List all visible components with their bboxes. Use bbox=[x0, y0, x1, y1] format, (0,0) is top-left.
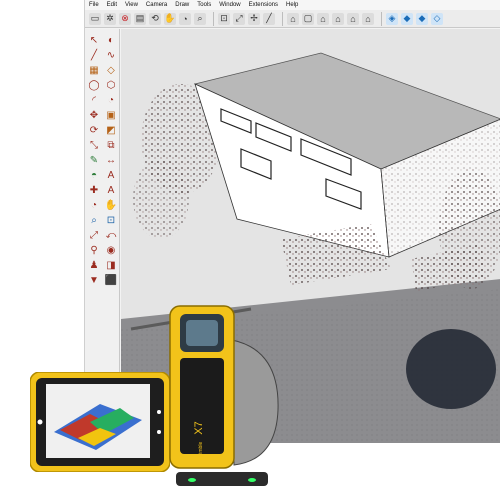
menu-edit[interactable]: Edit bbox=[103, 2, 121, 8]
menu-file[interactable]: File bbox=[85, 2, 103, 8]
circle-icon[interactable]: ◯ bbox=[87, 78, 101, 92]
3d-text-icon[interactable]: A bbox=[104, 183, 118, 197]
menu-window[interactable]: Window bbox=[215, 2, 244, 8]
top-view-icon[interactable]: ▢ bbox=[302, 12, 314, 25]
menu-view[interactable]: View bbox=[121, 2, 142, 8]
line-icon[interactable]: ╱ bbox=[87, 48, 101, 62]
monochrome-icon[interactable]: ◇ bbox=[431, 12, 443, 25]
text-icon[interactable]: A bbox=[104, 168, 118, 182]
toolbar-separator bbox=[381, 11, 382, 26]
pan-icon[interactable]: ✋ bbox=[104, 198, 118, 212]
polygon-icon[interactable]: ⬡ bbox=[104, 78, 118, 92]
main-toolbar: ▭ ✲ ⊗ ▤ ⟲ ✋ ◔ ⌕ ⊡ ⤢ ✢ ╱ ⌂ ▢ ⌂ ⌂ ⌂ ⌂ ◈ ◆ … bbox=[85, 10, 500, 28]
tree-shadow bbox=[406, 329, 496, 409]
walk-icon[interactable]: ♟ bbox=[87, 258, 101, 272]
zoom-extents-icon[interactable]: ⤢ bbox=[87, 228, 101, 242]
toolbar-separator bbox=[213, 11, 214, 26]
freehand-icon[interactable]: ∿ bbox=[104, 48, 118, 62]
position-camera-icon[interactable]: ⚲ bbox=[87, 243, 101, 257]
menu-extensions[interactable]: Extensions bbox=[245, 2, 282, 8]
rectangle-icon[interactable]: ▦ bbox=[87, 63, 101, 77]
zoom-icon[interactable]: ⌕ bbox=[194, 12, 206, 25]
folder-icon[interactable]: ▭ bbox=[89, 12, 101, 25]
look-around-icon[interactable]: ◉ bbox=[104, 243, 118, 257]
menu-camera[interactable]: Camera bbox=[142, 2, 171, 8]
left-view-icon[interactable]: ⌂ bbox=[362, 12, 374, 25]
scanner-model-label: X7 bbox=[193, 421, 205, 434]
print-icon[interactable]: ▤ bbox=[134, 12, 146, 25]
move-icon[interactable]: ✢ bbox=[248, 12, 260, 25]
protractor-icon[interactable]: ◓ bbox=[87, 168, 101, 182]
select-icon[interactable]: ↖ bbox=[87, 33, 101, 47]
scale-icon[interactable]: ⤡ bbox=[87, 138, 101, 152]
arc-icon[interactable]: ◜ bbox=[87, 93, 101, 107]
textured-icon[interactable]: ◆ bbox=[416, 12, 428, 25]
axes-icon[interactable]: ✚ bbox=[87, 183, 101, 197]
right-view-icon[interactable]: ⌂ bbox=[332, 12, 344, 25]
tag-icon[interactable]: ⬛ bbox=[104, 273, 118, 287]
back-view-icon[interactable]: ⌂ bbox=[347, 12, 359, 25]
orbit-icon[interactable]: ◔ bbox=[87, 198, 101, 212]
previous-view-icon[interactable]: ⤺ bbox=[104, 228, 118, 242]
zoom-icon[interactable]: ⌕ bbox=[87, 213, 101, 227]
eraser-icon[interactable]: ◐ bbox=[104, 33, 118, 47]
menu-tools[interactable]: Tools bbox=[193, 2, 215, 8]
section-plane-icon[interactable]: ◨ bbox=[104, 258, 118, 272]
gear-icon[interactable]: ✲ bbox=[104, 12, 116, 25]
tape-measure-icon[interactable]: ✎ bbox=[87, 153, 101, 167]
zoom-window-icon[interactable]: ⊡ bbox=[218, 12, 230, 25]
iso-view-icon[interactable]: ⌂ bbox=[287, 12, 299, 25]
pan-icon[interactable]: ✋ bbox=[164, 12, 176, 25]
zoom-window-icon[interactable]: ⊡ bbox=[104, 213, 118, 227]
dimension-icon[interactable]: ↔ bbox=[104, 153, 118, 167]
xray-icon[interactable]: ◈ bbox=[386, 12, 398, 25]
menu-draw[interactable]: Draw bbox=[171, 2, 193, 8]
push-pull-icon[interactable]: ▣ bbox=[104, 108, 118, 122]
rotate-icon[interactable]: ⟲ bbox=[149, 12, 161, 25]
scanner-brand-label: Trimble bbox=[198, 442, 204, 459]
menu-bar: File Edit View Camera Draw Tools Window … bbox=[85, 0, 500, 10]
offset-icon[interactable]: ⧉ bbox=[104, 138, 118, 152]
rotated-rectangle-icon[interactable]: ◇ bbox=[104, 63, 118, 77]
front-view-icon[interactable]: ⌂ bbox=[317, 12, 329, 25]
rugged-tablet bbox=[30, 372, 170, 472]
zoom-extents-icon[interactable]: ⤢ bbox=[233, 12, 245, 25]
ruler-icon[interactable]: ╱ bbox=[263, 12, 275, 25]
laser-scanner: X7 Trimble bbox=[169, 305, 279, 486]
close-icon[interactable]: ⊗ bbox=[119, 12, 131, 25]
shaded-icon[interactable]: ◆ bbox=[401, 12, 413, 25]
follow-me-icon[interactable]: ◩ bbox=[104, 123, 118, 137]
paint-bucket-icon[interactable]: ▼ bbox=[87, 273, 101, 287]
toolbar-separator bbox=[282, 11, 283, 26]
pie-icon[interactable]: ◔ bbox=[104, 93, 118, 107]
rotate-icon[interactable]: ⟳ bbox=[87, 123, 101, 137]
orbit-icon[interactable]: ◔ bbox=[179, 12, 191, 25]
menu-help[interactable]: Help bbox=[282, 2, 302, 8]
move-icon[interactable]: ✥ bbox=[87, 108, 101, 122]
